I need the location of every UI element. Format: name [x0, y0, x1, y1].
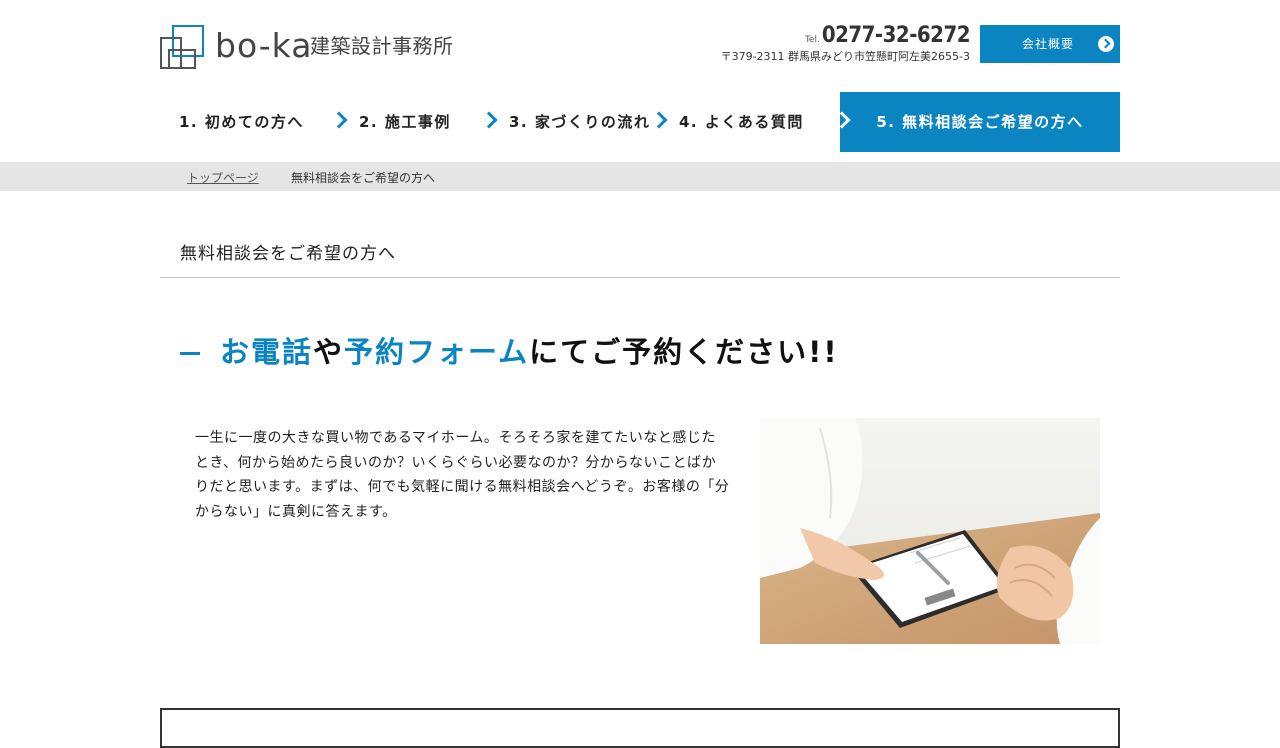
- logo-subtitle[interactable]: 建築設計事務所: [310, 33, 454, 59]
- consultation-photo: [760, 418, 1100, 644]
- page-title: 無料相談会をご希望の方へ: [180, 244, 396, 264]
- address: 〒379-2311 群馬県みどり市笠懸町阿左美2655-3: [720, 50, 970, 63]
- phone-number: Tel.0277-32-6272: [700, 23, 971, 52]
- company-overview-label: 会社概要: [1022, 37, 1075, 51]
- title-divider: [160, 277, 1120, 278]
- headline-or: や: [313, 335, 345, 369]
- breadcrumb-current: 無料相談会をご希望の方へ: [291, 171, 436, 185]
- tel-prefix: Tel.: [804, 35, 820, 45]
- nav-item-consultation[interactable]: 5. 無料相談会ご希望の方へ: [840, 92, 1120, 152]
- logo-wordmark[interactable]: bo-ka: [215, 26, 312, 66]
- nav-item-first-time[interactable]: 1. 初めての方へ: [179, 92, 304, 152]
- headline-phone: お電話: [220, 335, 314, 369]
- chevron-right-icon: [330, 111, 348, 129]
- chevron-right-icon: [650, 111, 668, 129]
- intro-paragraph: 一生に一度の大きな買い物であるマイホーム。そろそろ家を建てたいなと感じたとき、何…: [195, 430, 730, 520]
- nav-item-flow[interactable]: 3. 家づくりの流れ: [509, 92, 650, 152]
- nav-item-faq[interactable]: 4. よくある質問: [679, 92, 804, 152]
- headline-form: 予約フォーム: [344, 335, 530, 369]
- logo-mark-icon[interactable]: [160, 25, 204, 69]
- headline-dash: [180, 352, 200, 355]
- breadcrumb-home-link[interactable]: トップページ: [187, 170, 259, 186]
- company-overview-button[interactable]: 会社概要: [980, 25, 1120, 63]
- circle-chevron-icon: [1098, 36, 1114, 52]
- nav-item-works[interactable]: 2. 施工事例: [359, 92, 451, 152]
- chevron-right-icon: [480, 111, 498, 129]
- tel-number: 0277-32-6272: [821, 23, 971, 48]
- headline-rest: にてご予約ください!!: [529, 335, 839, 369]
- contact-box: [160, 708, 1120, 748]
- section-headline: お電話や予約フォームにてご予約ください!!: [220, 332, 839, 372]
